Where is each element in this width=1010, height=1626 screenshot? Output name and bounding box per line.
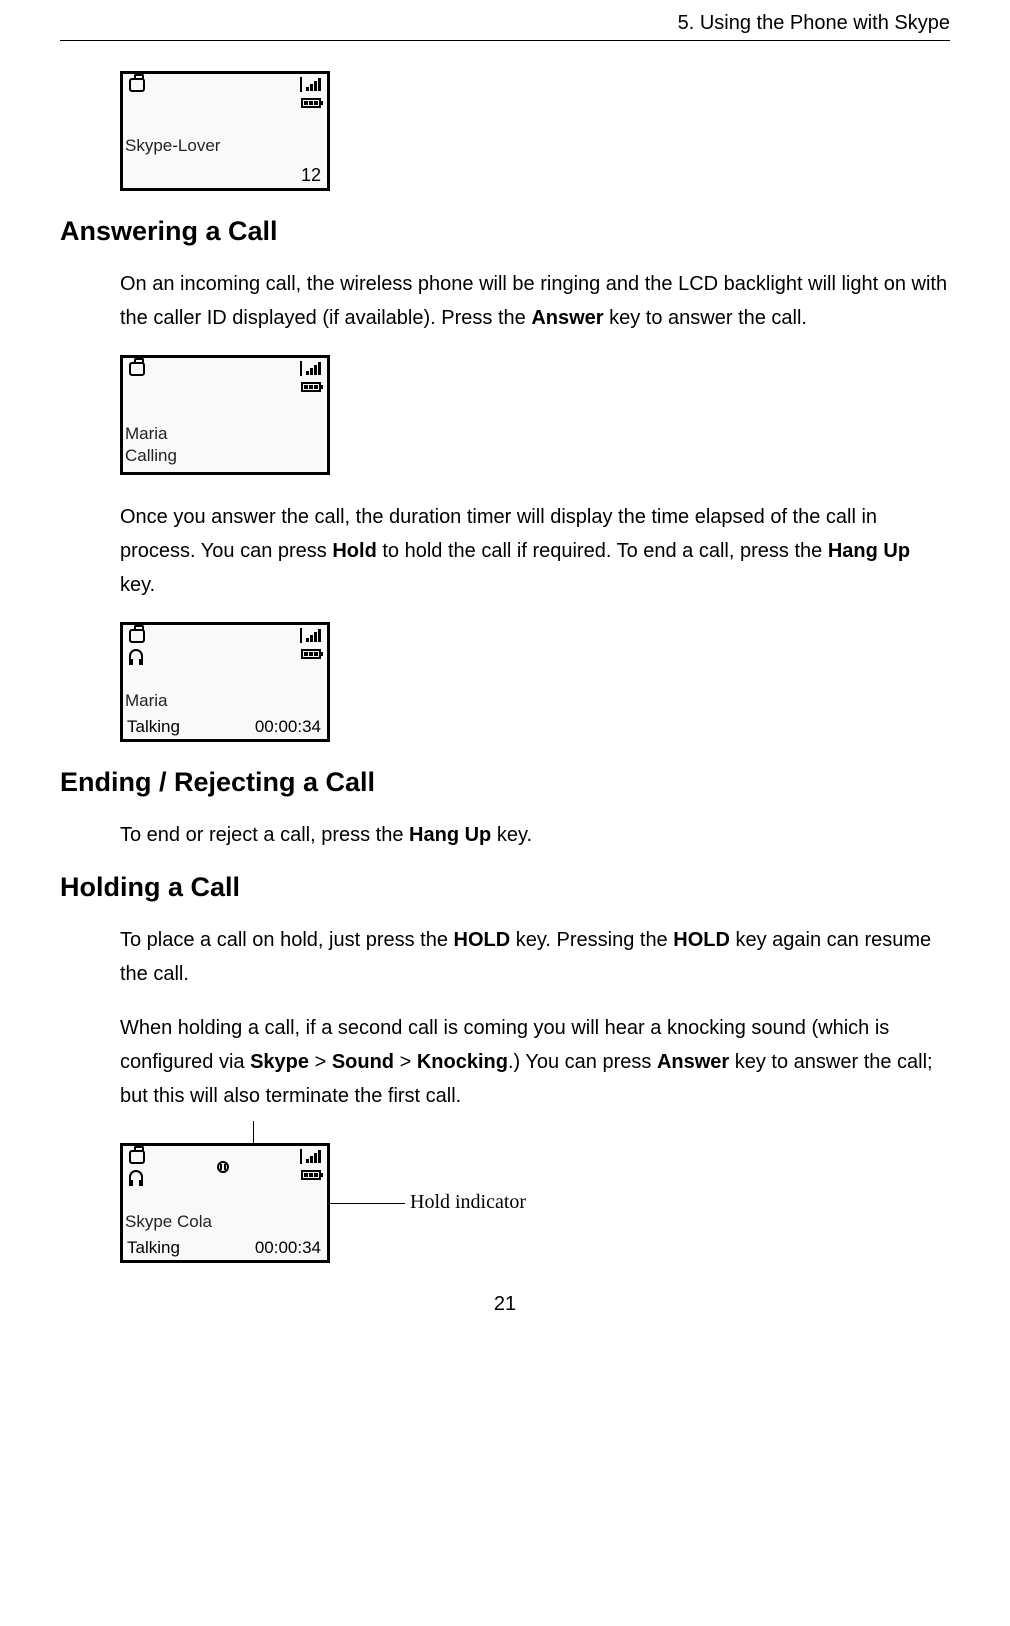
- lcd-screen-idle: Skype-Lover 12: [120, 71, 330, 191]
- lcd-screen-talking: Maria Talking 00:00:34: [120, 622, 330, 742]
- signal-icon: [302, 629, 321, 647]
- section-heading-holding: Holding a Call: [60, 872, 950, 903]
- annotation-label: Hold indicator: [410, 1191, 526, 1214]
- battery-icon: [301, 649, 321, 659]
- lcd-count: 12: [301, 165, 321, 186]
- lcd-contact-name: Skype-Lover: [125, 136, 220, 156]
- annotated-lcd-figure: Skype Cola Talking 00:00:34 Hold indicat…: [120, 1143, 950, 1263]
- body-paragraph: When holding a call, if a second call is…: [120, 1011, 950, 1113]
- body-paragraph: On an incoming call, the wireless phone …: [120, 267, 950, 335]
- lcd-screen-incoming: Maria Calling: [120, 355, 330, 475]
- annotation-leader-line: [330, 1203, 405, 1204]
- phone-icon: [129, 78, 145, 92]
- lcd-call-status: Calling: [125, 446, 177, 466]
- lcd-caller-name: Maria: [125, 691, 168, 711]
- phone-icon: [129, 629, 145, 643]
- battery-icon: [301, 98, 321, 108]
- body-paragraph: To end or reject a call, press the Hang …: [120, 818, 950, 852]
- phone-icon: [129, 1150, 145, 1164]
- signal-icon: [302, 1150, 321, 1168]
- phone-icon: [129, 362, 145, 376]
- signal-icon: [302, 78, 321, 96]
- body-paragraph: To place a call on hold, just press the …: [120, 923, 950, 991]
- lcd-caller-name: Maria: [125, 424, 168, 444]
- section-heading-answering: Answering a Call: [60, 216, 950, 247]
- headset-icon: [129, 1170, 143, 1182]
- lcd-call-timer: 00:00:34: [255, 1238, 321, 1258]
- lcd-call-timer: 00:00:34: [255, 717, 321, 737]
- page-number: 21: [60, 1293, 950, 1316]
- lcd-call-status: Talking: [127, 1238, 180, 1258]
- lcd-call-status: Talking: [127, 717, 180, 737]
- headset-icon: [129, 649, 143, 661]
- section-heading-ending: Ending / Rejecting a Call: [60, 767, 950, 798]
- battery-icon: [301, 382, 321, 392]
- lcd-caller-name: Skype Cola: [125, 1212, 212, 1232]
- lcd-screen-hold: Skype Cola Talking 00:00:34: [120, 1143, 330, 1263]
- battery-icon: [301, 1170, 321, 1180]
- body-paragraph: Once you answer the call, the duration t…: [120, 500, 950, 602]
- page-header: 5. Using the Phone with Skype: [60, 12, 950, 41]
- hold-indicator-icon: [217, 1161, 229, 1173]
- signal-icon: [302, 362, 321, 380]
